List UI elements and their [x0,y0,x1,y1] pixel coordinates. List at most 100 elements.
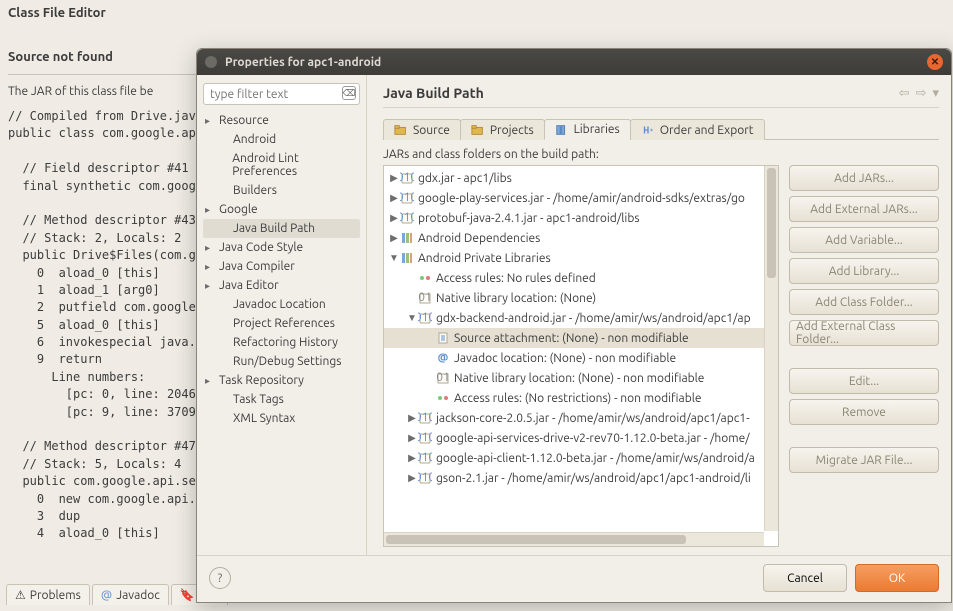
jar-icon: 010 [400,171,414,185]
menu-icon[interactable]: ▾ [932,86,939,101]
expand-icon[interactable]: ▶ [388,172,400,184]
tree-row[interactable]: ▼010gdx-backend-android.jar - /home/amir… [384,308,778,328]
tab-label: Source [413,124,450,137]
expand-icon: ▸ [205,261,215,273]
scrollbar-thumb[interactable] [386,535,686,544]
tree-row[interactable]: ▶010gdx.jar - apc1/libs [384,168,778,188]
add-external-jars-button[interactable]: Add External JARs... [789,196,939,222]
page-nav-icons: ⇦ ⇨ ▾ [899,86,939,101]
nav-item-project-references[interactable]: Project References [203,314,360,333]
tree-label: Access rules: No rules defined [436,272,596,285]
vertical-scrollbar[interactable] [764,166,778,531]
natloc-icon: 1010 [418,291,432,305]
add-library-button[interactable]: Add Library... [789,258,939,284]
cancel-button[interactable]: Cancel [763,564,847,592]
lib-icon [400,231,414,245]
add-jars-button[interactable]: Add JARs... [789,165,939,191]
tree-row[interactable]: ▶010google-play-services.jar - /home/ami… [384,188,778,208]
help-icon[interactable]: ? [209,567,231,589]
expand-icon[interactable]: ▶ [406,452,418,464]
forward-icon[interactable]: ⇨ [916,86,927,101]
nav-item-resource[interactable]: ▸Resource [203,111,360,130]
nav-label: Android Lint Preferences [232,152,356,178]
classpath-tree[interactable]: ▶010gdx.jar - apc1/libs▶010google-play-s… [383,165,779,547]
tree-row[interactable]: ▼Android Private Libraries [384,248,778,268]
add-variable-button[interactable]: Add Variable... [789,227,939,253]
nav-item-android-lint-preferences[interactable]: Android Lint Preferences [203,149,360,181]
properties-dialog: Properties for apc1-android ✕ ⌫ ▸Resourc… [196,48,952,603]
tree-row[interactable]: ▶Android Dependencies [384,228,778,248]
nav-item-java-build-path[interactable]: Java Build Path [203,219,360,238]
add-external-class-folder-button[interactable]: Add External Class Folder... [789,320,939,346]
svg-text:1010: 1010 [418,291,432,304]
tree-label: Native library location: (None) [436,292,596,305]
tree-row[interactable]: ▶010 gson-2.1.jar - /home/amir/ws/android… [384,468,778,488]
expand-icon[interactable]: ▼ [388,252,400,264]
svg-text:010: 010 [400,171,414,184]
nav-item-javadoc-location[interactable]: Javadoc Location [203,295,360,314]
tree-row[interactable]: 1010 Native library location: (None) [384,288,778,308]
tab-libraries[interactable]: Libraries [544,119,631,140]
property-categories: ⌫ ▸ResourceAndroid Android Lint Preferenc… [197,75,367,555]
property-page: Java Build Path ⇦ ⇨ ▾ SourceProjectsLibr… [367,75,951,555]
tree-row[interactable]: ▶010jackson-core-2.0.5.jar - /home/amir/… [384,408,778,428]
expand-icon[interactable]: ▶ [406,412,418,424]
horizontal-scrollbar[interactable] [384,532,764,546]
tree-row[interactable]: ▶010google-api-client-1.12.0-beta.jar - … [384,448,778,468]
expand-icon[interactable]: ▶ [388,232,400,244]
tree-row[interactable]: @Javadoc location: (None) - non modifiab… [384,348,778,368]
expand-icon[interactable]: ▶ [388,192,400,204]
tab-problems[interactable]: ⚠Problems [6,584,90,605]
scrollbar-thumb[interactable] [767,168,776,278]
tree-row[interactable]: Source attachment: (None) - non modifiab… [384,328,778,348]
tree-row[interactable]: 1010Native library location: (None) - no… [384,368,778,388]
nav-item-builders[interactable]: Builders [203,181,360,200]
svg-text:010: 010 [418,471,432,484]
expand-icon[interactable]: ▼ [406,312,418,324]
nav-item-refactoring-history[interactable]: Refactoring History [203,333,360,352]
ok-button[interactable]: OK [855,564,939,592]
titlebar[interactable]: Properties for apc1-android ✕ [197,49,951,75]
rules-icon [436,391,450,405]
nav-item-google[interactable]: ▸Google [203,200,360,219]
nav-item-java-editor[interactable]: ▸Java Editor [203,276,360,295]
migrate-jar-file-button[interactable]: Migrate JAR File... [789,447,939,473]
tab-order-and-export[interactable]: Order and Export [630,119,765,140]
nav-label: Task Repository [219,374,304,387]
src-icon [436,331,450,345]
removebutton[interactable]: Remove [789,399,939,425]
clear-filter-icon[interactable]: ⌫ [342,86,356,100]
jar-icon: 010 [418,471,432,485]
expand-icon[interactable]: ▶ [406,472,418,484]
nav-item-task-tags[interactable]: Task Tags [203,390,360,409]
nav-item-task-repository[interactable]: ▸Task Repository [203,371,360,390]
back-icon[interactable]: ⇦ [899,86,910,101]
tree-row[interactable]: Access rules: (No restrictions) - non mo… [384,388,778,408]
tab-label: Projects [490,124,534,137]
nav-item-java-compiler[interactable]: ▸Java Compiler [203,257,360,276]
nav-item-java-code-style[interactable]: ▸Java Code Style [203,238,360,257]
tree-row[interactable]: ▶010protobuf-java-2.4.1.jar - apc1-andro… [384,208,778,228]
expand-icon[interactable]: ▶ [406,432,418,444]
tab-source[interactable]: Source [383,119,461,140]
divider [383,107,939,108]
jar-icon: 010 [400,191,414,205]
edit-button[interactable]: Edit... [789,368,939,394]
nav-item-run-debug-settings[interactable]: Run/Debug Settings [203,352,360,371]
add-class-folder-button[interactable]: Add Class Folder... [789,289,939,315]
rules-icon [418,271,432,285]
nav-label: Javadoc Location [233,298,326,311]
tree-label: gson-2.1.jar - /home/amir/ws/android/apc… [436,472,751,485]
filter-input[interactable] [203,83,360,105]
tree-label: Source attachment: (None) - non modifiab… [454,332,689,345]
tab-projects[interactable]: Projects [460,119,545,140]
tab-javadoc[interactable]: @Javadoc [92,584,169,605]
tree-row[interactable]: Access rules: No rules defined [384,268,778,288]
close-icon[interactable]: ✕ [927,54,943,70]
dialog-title: Properties for apc1-android [225,56,381,69]
expand-icon[interactable]: ▶ [388,212,400,224]
jar-icon: 010 [418,451,432,465]
tree-row[interactable]: ▶010google-api-services-drive-v2-rev70-1… [384,428,778,448]
nav-item-android[interactable]: Android [203,130,360,149]
nav-item-xml-syntax[interactable]: XML Syntax [203,409,360,428]
